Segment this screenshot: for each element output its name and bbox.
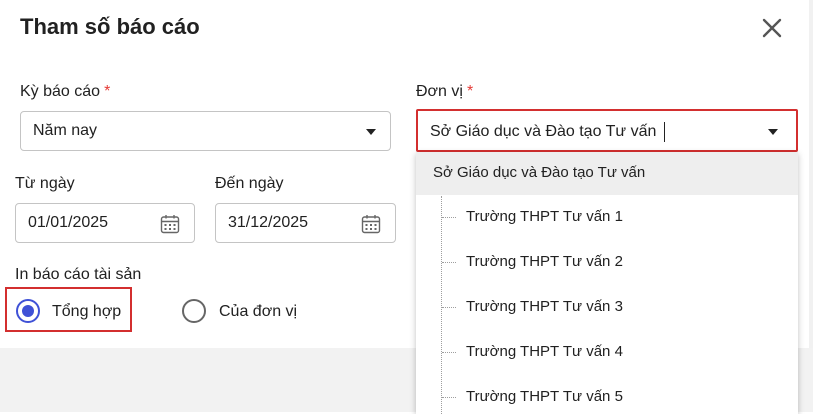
unit-select[interactable]: Sở Giáo dục và Đào tạo Tư vấn — [416, 109, 798, 152]
close-button[interactable] — [756, 12, 788, 44]
radio-cua-don-vi[interactable] — [182, 299, 206, 323]
chevron-down-icon — [768, 129, 778, 135]
dropdown-option-label: Trường THPT Tư vấn 1 — [466, 208, 623, 225]
radio-tong-hop-label[interactable]: Tổng hợp — [52, 303, 121, 321]
dropdown-option[interactable]: Trường THPT Tư vấn 4 — [416, 330, 798, 375]
unit-label-text: Đơn vị — [416, 83, 463, 100]
date-to-input[interactable]: 31/12/2025 — [215, 203, 396, 243]
unit-label: Đơn vị * — [416, 83, 473, 101]
required-mark: * — [466, 83, 474, 100]
radio-cua-don-vi-label[interactable]: Của đơn vị — [219, 303, 297, 321]
radio-dot — [22, 305, 34, 317]
unit-dropdown-list[interactable]: Sở Giáo dục và Đào tạo Tư vấn Trường THP… — [416, 152, 798, 414]
tree-branch — [442, 217, 456, 218]
dropdown-option-label: Trường THPT Tư vấn 3 — [466, 298, 623, 315]
dropdown-option[interactable]: Trường THPT Tư vấn 1 — [416, 195, 798, 240]
date-from-value: 01/01/2025 — [28, 214, 109, 231]
tree-branch — [442, 262, 456, 263]
dropdown-option-label: Trường THPT Tư vấn 2 — [466, 253, 623, 270]
dropdown-option-label: Trường THPT Tư vấn 5 — [466, 388, 623, 405]
date-to-value: 31/12/2025 — [228, 214, 309, 231]
dropdown-option-root[interactable]: Sở Giáo dục và Đào tạo Tư vấn — [416, 152, 798, 195]
print-option-label: In báo cáo tài sản — [15, 266, 142, 283]
period-label-text: Kỳ báo cáo — [20, 83, 101, 100]
dropdown-option-label: Sở Giáo dục và Đào tạo Tư vấn — [433, 164, 646, 181]
tree-branch — [442, 352, 456, 353]
text-cursor — [664, 122, 665, 142]
calendar-icon[interactable] — [159, 213, 181, 235]
calendar-icon[interactable] — [360, 213, 382, 235]
date-to-label: Đến ngày — [215, 175, 284, 192]
dropdown-option[interactable]: Trường THPT Tư vấn 2 — [416, 240, 798, 285]
radio-tong-hop[interactable] — [16, 299, 40, 323]
tree-branch — [442, 397, 456, 398]
period-label: Kỳ báo cáo * — [20, 83, 110, 101]
tree-branch — [442, 307, 456, 308]
dialog-title: Tham số báo cáo — [20, 14, 200, 39]
radio-ring — [182, 299, 206, 323]
date-from-label: Từ ngày — [15, 175, 75, 192]
close-icon — [762, 18, 782, 38]
chevron-down-icon — [366, 129, 376, 135]
period-select[interactable]: Năm nay — [20, 111, 391, 151]
date-from-input[interactable]: 01/01/2025 — [15, 203, 195, 243]
period-select-value: Năm nay — [33, 122, 98, 139]
dropdown-option[interactable]: Trường THPT Tư vấn 3 — [416, 285, 798, 330]
dropdown-option[interactable]: Trường THPT Tư vấn 5 — [416, 375, 798, 414]
dropdown-option-label: Trường THPT Tư vấn 4 — [466, 343, 623, 360]
required-mark: * — [104, 83, 111, 100]
unit-select-value: Sở Giáo dục và Đào tạo Tư vấn — [430, 123, 657, 140]
